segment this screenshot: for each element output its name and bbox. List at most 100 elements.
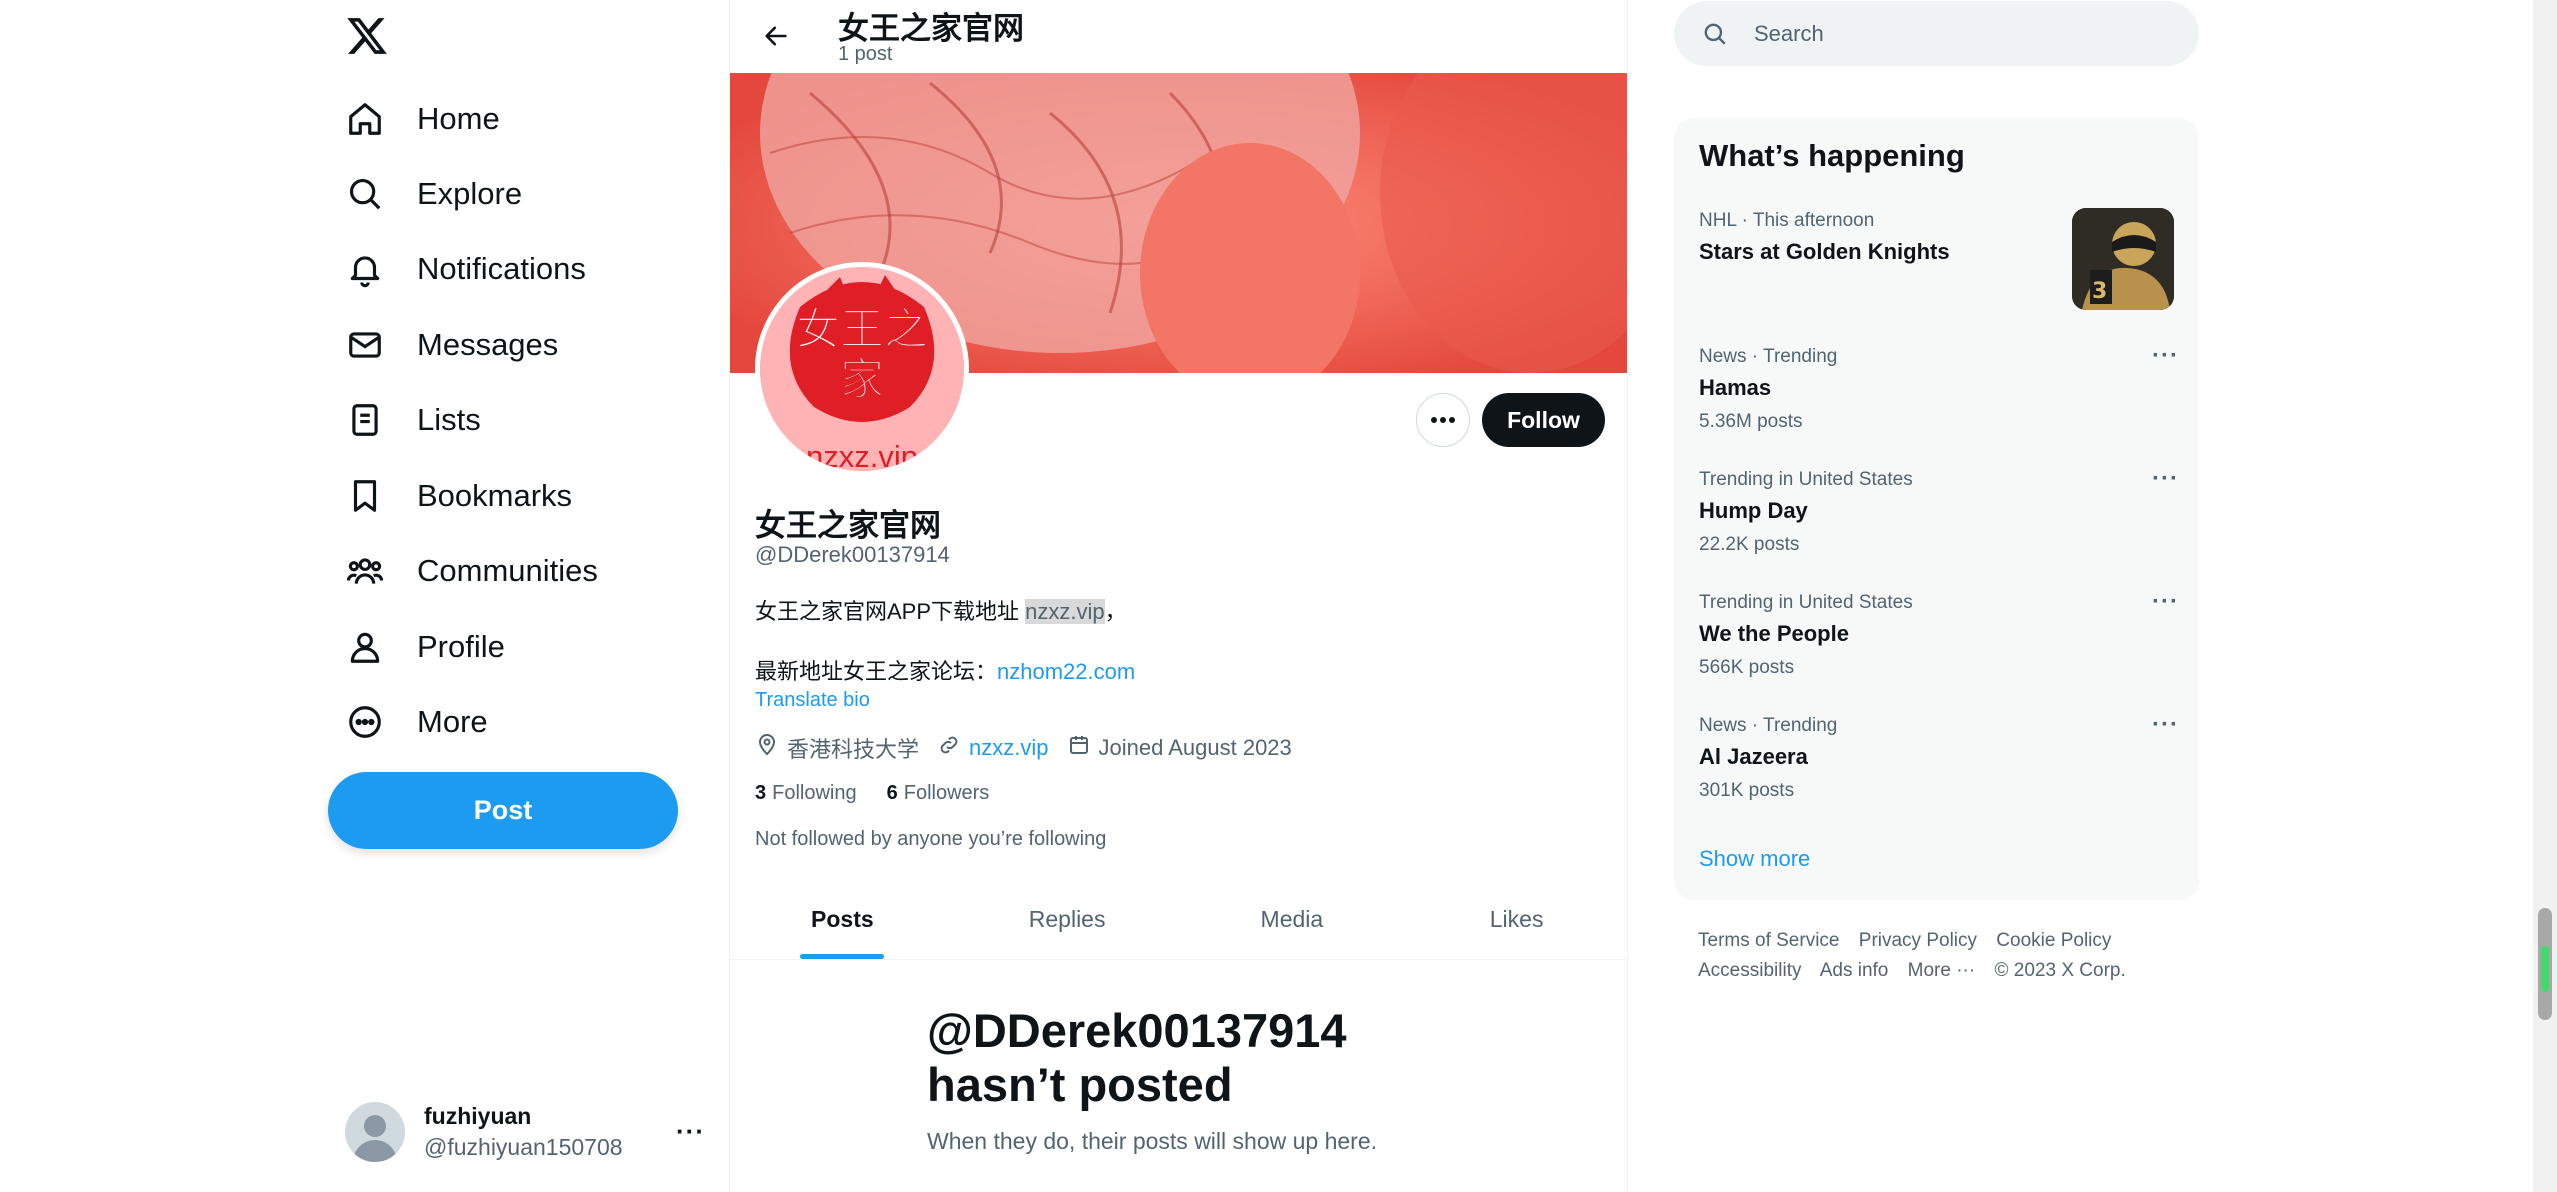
left-sidebar: Home Explore Notifications Messages List… [0, 0, 729, 1192]
more-horizontal-icon[interactable]: ··· [2152, 465, 2179, 493]
nav-bookmarks[interactable]: Bookmarks [345, 466, 572, 526]
nav-lists[interactable]: Lists [345, 390, 481, 450]
following-link[interactable]: 3 Following [755, 782, 857, 805]
nav-profile-label: Profile [417, 629, 505, 664]
translate-bio-link[interactable]: Translate bio [755, 689, 870, 712]
profile-name: 女王之家官网 [755, 508, 941, 543]
bio-link[interactable]: nzhom22.com [997, 659, 1135, 684]
following-label: Following [772, 782, 857, 804]
nav-communities-label: Communities [417, 553, 598, 588]
trend-count: 301K posts [1699, 780, 1795, 801]
footer-link-more[interactable]: More ··· [1908, 960, 1976, 981]
more-options-button[interactable] [1416, 393, 1470, 447]
link-icon [937, 733, 969, 763]
nav-home-label: Home [417, 101, 500, 136]
profile-handle: @DDerek00137914 [755, 542, 950, 567]
nav-profile[interactable]: Profile [345, 617, 505, 677]
trend-item[interactable]: News · Trending Hamas 5.36M posts ··· [1699, 342, 2179, 433]
bio-line-1-text: 女王之家官网APP下载地址 [755, 599, 1026, 624]
search-icon [345, 174, 385, 214]
followers-link[interactable]: 6 Followers [887, 782, 990, 805]
calendar-icon [1067, 733, 1099, 763]
show-more-link[interactable]: Show more [1699, 846, 1810, 872]
nav-messages-label: Messages [417, 327, 559, 362]
nav-more[interactable]: More [345, 692, 488, 752]
footer-link-accessibility[interactable]: Accessibility [1698, 960, 1801, 981]
home-icon [345, 99, 385, 139]
avatar-text-line2: 家 [840, 354, 885, 405]
whats-happening-title: What’s happening [1699, 138, 1965, 173]
avatar [345, 1102, 405, 1162]
bio-line-2: 最新地址女王之家论坛：nzhom22.com [755, 654, 1135, 686]
nav-explore-label: Explore [417, 176, 523, 211]
list-icon [345, 400, 385, 440]
bookmark-icon [345, 476, 385, 516]
profile-meta: 香港科技大学 nzxz.vip Joined August 2023 [755, 733, 1310, 763]
more-horizontal-icon[interactable]: ··· [2152, 588, 2179, 616]
more-horizontal-icon[interactable]: ··· [2152, 342, 2179, 370]
nav-messages[interactable]: Messages [345, 315, 558, 375]
tab-replies[interactable]: Replies [955, 880, 1180, 959]
tab-likes-label: Likes [1489, 906, 1544, 932]
trend-context: News · Trending [1699, 715, 1838, 736]
bell-icon [345, 249, 385, 289]
footer-link-privacy[interactable]: Privacy Policy [1859, 930, 1977, 951]
svg-text:3: 3 [2092, 279, 2107, 304]
profile-column: 女王之家官网 1 post 女王之 家 nzxz.vip Follow 女王之家… [729, 0, 1628, 1192]
account-switcher[interactable]: fuzhiyuan @fuzhiyuan150708 ··· [345, 1098, 705, 1166]
people-icon [345, 551, 385, 591]
page-scrollbar[interactable] [2533, 0, 2557, 1192]
footer-links: Terms of Service Privacy Policy Cookie P… [1698, 926, 2178, 986]
back-arrow-icon[interactable] [754, 14, 798, 58]
header-post-count: 1 post [838, 43, 893, 65]
profile-avatar[interactable]: 女王之 家 nzxz.vip [755, 262, 969, 476]
nav-home[interactable]: Home [345, 89, 500, 149]
envelope-icon [345, 325, 385, 365]
trend-context: Trending in United States [1699, 469, 1913, 490]
trend-title: We the People [1699, 621, 1849, 646]
search-icon [1702, 18, 1734, 50]
nav-lists-label: Lists [417, 402, 481, 437]
following-count: 3 [755, 782, 767, 804]
trend-title: Al Jazeera [1699, 744, 1808, 769]
footer-link-cookie[interactable]: Cookie Policy [1996, 930, 2111, 951]
account-name: fuzhiyuan [424, 1103, 532, 1129]
empty-state-subtitle: When they do, their posts will show up h… [927, 1128, 1378, 1154]
more-horizontal-icon [1430, 411, 1456, 429]
nav-more-label: More [417, 704, 488, 739]
trend-item[interactable]: News · Trending Al Jazeera 301K posts ··… [1699, 711, 2179, 802]
post-button[interactable]: Post [328, 772, 678, 849]
profile-tabs: Posts Replies Media Likes [730, 880, 1627, 960]
trend-item[interactable]: Trending in United States Hump Day 22.2K… [1699, 465, 2179, 556]
followers-count: 6 [886, 782, 898, 804]
bio-highlight: nzxz.vip [1025, 599, 1105, 624]
person-icon [345, 627, 385, 667]
profile-location: 香港科技大学 [787, 737, 920, 762]
follow-button[interactable]: Follow [1482, 393, 1605, 447]
account-handle: @fuzhiyuan150708 [424, 1134, 623, 1160]
tab-media[interactable]: Media [1180, 880, 1405, 959]
trend-item[interactable]: Trending in United States We the People … [1699, 588, 2179, 679]
followers-label: Followers [903, 782, 990, 804]
tab-replies-label: Replies [1028, 906, 1106, 932]
nav-explore[interactable]: Explore [345, 164, 522, 224]
search-bar[interactable]: Search [1674, 1, 2199, 66]
active-tab-indicator [800, 954, 885, 959]
more-horizontal-icon[interactable]: ··· [676, 1116, 705, 1147]
nav-communities[interactable]: Communities [345, 541, 598, 601]
trend-thumbnail[interactable]: 3 [2072, 208, 2174, 310]
nav-notifications-label: Notifications [417, 251, 586, 286]
tab-likes[interactable]: Likes [1404, 880, 1627, 959]
scrollbar-indicator [2541, 946, 2549, 992]
footer-link-terms[interactable]: Terms of Service [1698, 930, 1839, 951]
profile-website[interactable]: nzxz.vip [969, 735, 1048, 761]
x-logo-icon[interactable] [345, 14, 389, 58]
tab-posts[interactable]: Posts [730, 880, 955, 959]
nav-notifications[interactable]: Notifications [345, 239, 586, 299]
nav-bookmarks-label: Bookmarks [417, 478, 573, 513]
location-icon [755, 733, 787, 763]
not-followed-note: Not followed by anyone you’re following [755, 828, 1107, 850]
footer-link-ads[interactable]: Ads info [1820, 960, 1889, 981]
bio-line-1-suffix: ， [1104, 599, 1127, 624]
more-horizontal-icon[interactable]: ··· [2152, 711, 2179, 739]
